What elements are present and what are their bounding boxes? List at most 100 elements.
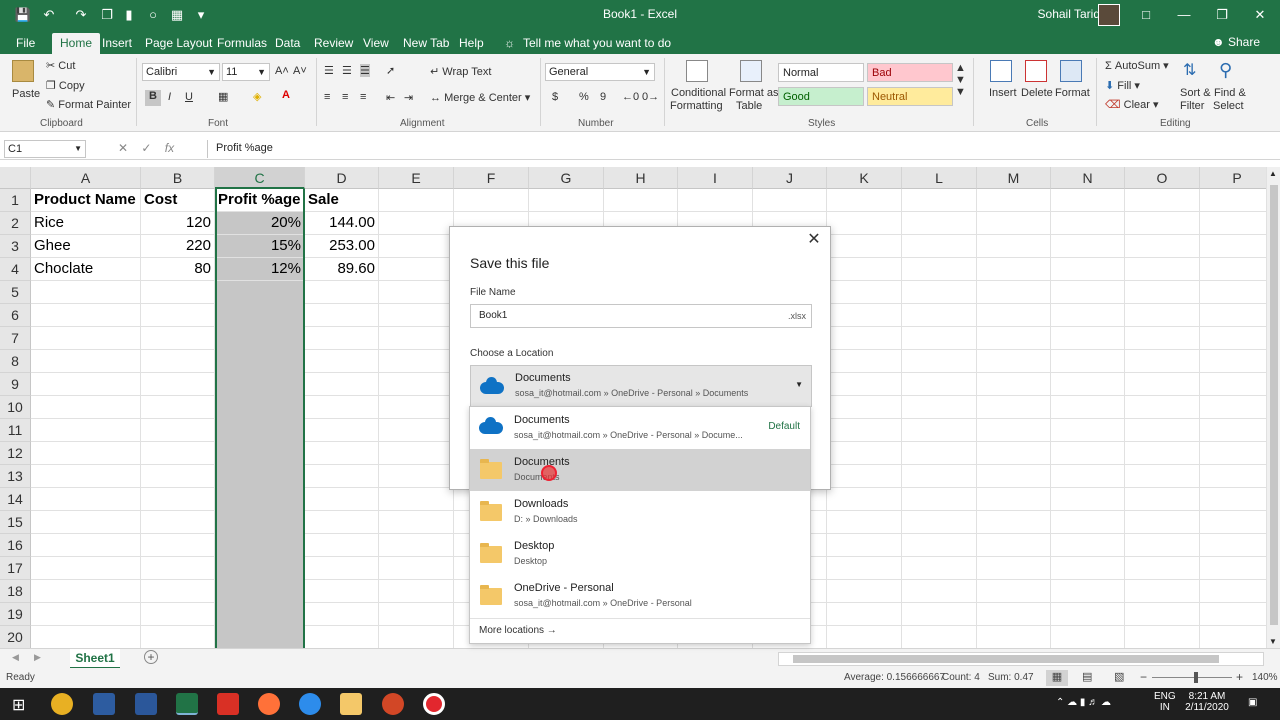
row-header[interactable]: 20 xyxy=(0,626,31,648)
zoom-slider-thumb[interactable] xyxy=(1194,672,1198,683)
grid-cell[interactable] xyxy=(379,557,454,580)
status-count[interactable]: Count: 4 xyxy=(942,672,980,683)
underline-button[interactable]: U xyxy=(185,91,193,103)
grid-cell[interactable] xyxy=(1051,465,1125,488)
tab-home[interactable]: Home xyxy=(52,33,101,54)
column-header[interactable]: N xyxy=(1051,167,1125,189)
location-option[interactable]: Downloads D: » Downloads xyxy=(470,491,810,533)
grid-cell[interactable] xyxy=(379,442,454,465)
grid-cell[interactable] xyxy=(902,212,977,235)
teamviewer-icon[interactable] xyxy=(299,693,321,715)
grid-cell[interactable] xyxy=(1051,511,1125,534)
name-box[interactable]: C1 ▼ xyxy=(4,140,86,158)
scroll-up-icon[interactable]: ▲ xyxy=(1269,169,1277,178)
grid-cell[interactable] xyxy=(977,235,1051,258)
grid-cell[interactable] xyxy=(305,626,379,648)
column-header[interactable]: O xyxy=(1125,167,1200,189)
language-indicator[interactable]: ENG IN xyxy=(1154,691,1176,713)
grid-cell[interactable] xyxy=(827,350,902,373)
grid-cell[interactable] xyxy=(31,580,141,603)
share-button[interactable]: ☻ Share xyxy=(1212,35,1260,49)
grid-cell[interactable] xyxy=(141,534,215,557)
zoom-level[interactable]: 140% xyxy=(1252,672,1278,683)
grid-cell[interactable] xyxy=(305,304,379,327)
sheet-nav-next-icon[interactable]: ▶ xyxy=(34,652,41,663)
middle-align-icon[interactable]: ☰ xyxy=(342,64,352,77)
grid-cell[interactable] xyxy=(1200,258,1266,281)
grid-cell[interactable] xyxy=(379,534,454,557)
grid-cell[interactable] xyxy=(827,258,902,281)
grid-cell[interactable] xyxy=(1125,396,1200,419)
tab-help[interactable]: Help xyxy=(455,33,488,54)
grid-cell[interactable] xyxy=(379,419,454,442)
format-painter-button[interactable]: ✎ Format Painter xyxy=(46,98,131,111)
grid-cell[interactable] xyxy=(1200,534,1266,557)
grid-cell[interactable] xyxy=(1125,258,1200,281)
select-all-corner[interactable] xyxy=(0,167,31,189)
tab-new-tab[interactable]: New Tab xyxy=(399,33,453,54)
number-format-combo[interactable]: General ▼ xyxy=(545,63,655,81)
grid-cell[interactable] xyxy=(1125,419,1200,442)
grid-cell[interactable] xyxy=(902,189,977,212)
page-break-view-icon[interactable]: ▧ xyxy=(1114,670,1124,683)
acrobat-icon[interactable] xyxy=(217,693,239,715)
grid-cell[interactable] xyxy=(379,304,454,327)
column-header[interactable]: A xyxy=(31,167,141,189)
grid-cell[interactable] xyxy=(141,373,215,396)
grid-cell[interactable] xyxy=(1125,281,1200,304)
find-icon[interactable]: ⚲ xyxy=(1219,60,1241,82)
clock[interactable]: 8:21 AM 2/11/2020 xyxy=(1180,691,1234,713)
grid-cell[interactable] xyxy=(1200,212,1266,235)
merge-center-button[interactable]: ↔ Merge & Center ▾ xyxy=(430,91,530,104)
grid-cell[interactable] xyxy=(31,350,141,373)
autosum-button[interactable]: Σ AutoSum ▾ xyxy=(1105,59,1169,72)
grid-cell[interactable] xyxy=(604,189,678,212)
align-center-icon[interactable]: ≡ xyxy=(342,91,348,103)
grid-cell[interactable] xyxy=(1125,626,1200,648)
table-cell[interactable]: 15% xyxy=(215,235,305,258)
grid-cell[interactable] xyxy=(141,465,215,488)
chrome-icon[interactable] xyxy=(51,693,73,715)
sheet-tab[interactable]: Sheet1 xyxy=(70,649,120,669)
grid-cell[interactable] xyxy=(977,557,1051,580)
grid-cell[interactable] xyxy=(305,488,379,511)
close-icon[interactable]: ✕ xyxy=(1242,0,1278,30)
top-align-icon[interactable]: ☰ xyxy=(324,64,334,77)
location-option[interactable]: Desktop Desktop xyxy=(470,533,810,575)
style-good[interactable]: Good xyxy=(778,87,864,106)
grid-cell[interactable] xyxy=(379,235,454,258)
grid-cell[interactable] xyxy=(1125,373,1200,396)
grid-cell[interactable] xyxy=(31,304,141,327)
grid-cell[interactable] xyxy=(141,396,215,419)
style-normal[interactable]: Normal xyxy=(778,63,864,82)
tab-view[interactable]: View xyxy=(359,33,393,54)
column-header[interactable]: J xyxy=(753,167,827,189)
grid-cell[interactable] xyxy=(827,580,902,603)
format-cells-icon[interactable] xyxy=(1060,60,1082,82)
tell-me-search[interactable]: Tell me what you want to do xyxy=(519,33,675,54)
grid-cell[interactable] xyxy=(902,304,977,327)
sheet-nav-prev-icon[interactable]: ◀ xyxy=(12,652,19,663)
grid-cell[interactable] xyxy=(305,603,379,626)
zoom-in-icon[interactable]: + xyxy=(1236,670,1243,684)
table-cell[interactable]: 144.00 xyxy=(305,212,379,235)
grid-cell[interactable] xyxy=(31,373,141,396)
grid-cell[interactable] xyxy=(379,258,454,281)
grid-cell[interactable] xyxy=(827,212,902,235)
row-header[interactable]: 18 xyxy=(0,580,31,603)
grid-cell[interactable] xyxy=(1125,603,1200,626)
table-label[interactable]: Table xyxy=(736,100,762,112)
grid-cell[interactable] xyxy=(305,580,379,603)
avatar[interactable] xyxy=(1098,4,1120,26)
row-header[interactable]: 6 xyxy=(0,304,31,327)
grid-cell[interactable] xyxy=(379,626,454,648)
grid-cell[interactable] xyxy=(1051,189,1125,212)
grid-cell[interactable] xyxy=(678,189,753,212)
grid-cell[interactable] xyxy=(827,419,902,442)
grid-cell[interactable] xyxy=(31,557,141,580)
column-header[interactable]: H xyxy=(604,167,678,189)
grid-cell[interactable] xyxy=(379,327,454,350)
tab-data[interactable]: Data xyxy=(271,33,304,54)
grid-cell[interactable] xyxy=(141,488,215,511)
grid-cell[interactable] xyxy=(977,442,1051,465)
